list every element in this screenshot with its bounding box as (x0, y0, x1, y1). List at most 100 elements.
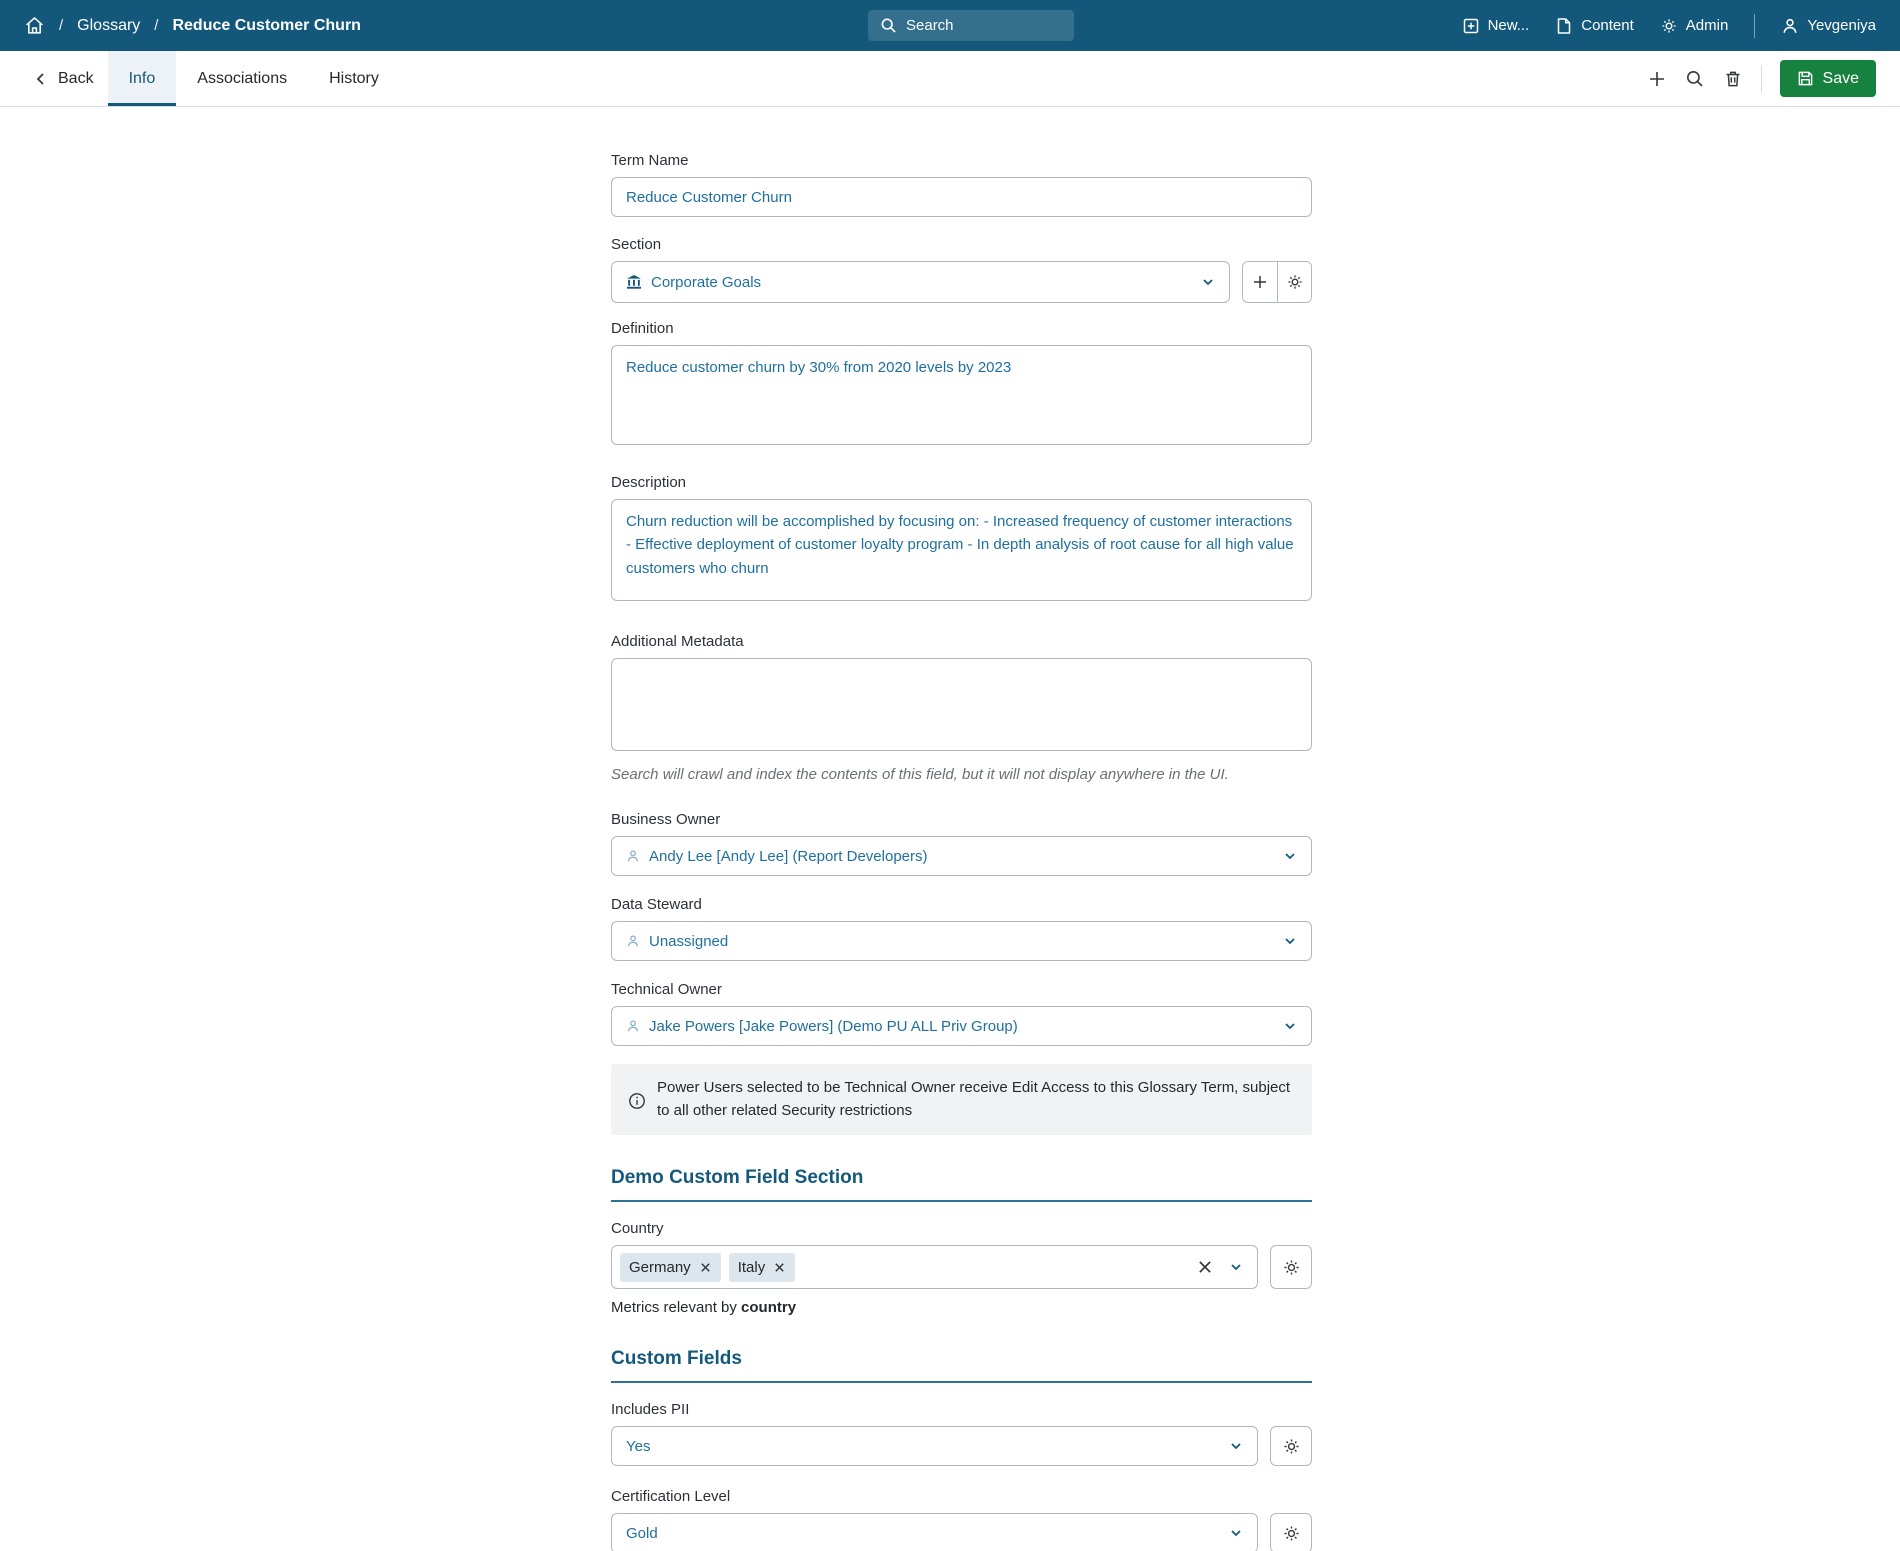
chip-label: Germany (629, 1258, 691, 1276)
technical-owner-dropdown[interactable]: Jake Powers [Jake Powers] (Demo PU ALL P… (611, 1006, 1312, 1046)
admin-menu-button[interactable]: Admin (1660, 17, 1729, 35)
technical-owner-value: Jake Powers [Jake Powers] (Demo PU ALL P… (649, 1017, 1018, 1035)
toolbar-divider (1760, 64, 1762, 93)
section-label: Section (611, 236, 662, 253)
remove-chip-icon[interactable] (699, 1261, 712, 1274)
tab-info[interactable]: Info (107, 51, 177, 106)
certification-level-settings-button[interactable] (1270, 1513, 1312, 1551)
save-label: Save (1822, 69, 1859, 87)
clear-all-icon[interactable] (1197, 1259, 1213, 1275)
chevron-down-icon (1229, 1526, 1243, 1540)
chevron-down-icon (1283, 849, 1297, 863)
search-icon (880, 17, 897, 34)
tab-associations[interactable]: Associations (176, 51, 308, 106)
term-name-input[interactable] (611, 177, 1312, 217)
admin-menu-label: Admin (1685, 17, 1729, 34)
breadcrumb-separator: / (154, 17, 159, 34)
gear-icon (1282, 1258, 1301, 1277)
country-settings-button[interactable] (1270, 1245, 1312, 1289)
additional-metadata-textarea[interactable] (611, 658, 1312, 751)
user-menu-button[interactable]: Yevgeniya (1781, 17, 1876, 35)
business-owner-dropdown[interactable]: Andy Lee [Andy Lee] (Report Developers) (611, 836, 1312, 876)
person-icon (626, 934, 640, 948)
country-chip-germany: Germany (620, 1252, 721, 1282)
includes-pii-label: Includes PII (611, 1401, 690, 1418)
new-plus-icon (1462, 17, 1480, 35)
save-icon (1797, 70, 1814, 87)
business-owner-label: Business Owner (611, 811, 721, 828)
tab-history[interactable]: History (308, 51, 400, 106)
new-menu-label: New... (1487, 17, 1530, 34)
content-menu-label: Content (1581, 17, 1634, 34)
info-icon (628, 1079, 646, 1122)
toolbar-actions: Save (1647, 51, 1876, 106)
chevron-down-icon (1283, 1019, 1297, 1033)
global-search-box[interactable]: Search (868, 10, 1074, 41)
chevron-down-icon[interactable] (1229, 1260, 1243, 1274)
certification-level-value: Gold (626, 1524, 658, 1542)
breadcrumb-glossary[interactable]: Glossary (77, 17, 140, 35)
term-name-label: Term Name (611, 152, 689, 169)
section-settings-button[interactable] (1277, 262, 1311, 302)
new-menu-button[interactable]: New... (1462, 17, 1530, 35)
trash-icon[interactable] (1723, 69, 1743, 89)
top-navbar: / Glossary / Reduce Customer Churn Searc… (0, 0, 1900, 51)
section-button-group (1242, 261, 1312, 303)
person-icon (626, 849, 640, 863)
gear-icon (1282, 1524, 1301, 1543)
navbar-divider (1754, 13, 1756, 38)
breadcrumb-separator: / (59, 17, 64, 34)
country-help-prefix: Metrics relevant by (611, 1299, 742, 1316)
country-help-bold: country (741, 1299, 797, 1316)
user-icon (1781, 17, 1799, 35)
navbar-actions: New... Content Admin Yevgeniya (1462, 13, 1876, 38)
data-steward-dropdown[interactable]: Unassigned (611, 921, 1312, 961)
section-value: Corporate Goals (651, 273, 762, 291)
page: / Glossary / Reduce Customer Churn Searc… (0, 0, 1900, 1551)
term-form: Term Name Section Corporate Goals (611, 106, 1312, 1551)
remove-chip-icon[interactable] (773, 1261, 786, 1274)
section-dropdown[interactable]: Corporate Goals (611, 261, 1230, 303)
description-textarea[interactable] (611, 499, 1312, 601)
includes-pii-dropdown[interactable]: Yes (611, 1426, 1258, 1466)
term-toolbar: Back Info Associations History Save (0, 51, 1900, 107)
add-section-button[interactable] (1243, 262, 1277, 302)
global-search-label: Search (906, 17, 954, 34)
back-button[interactable]: Back (24, 51, 108, 106)
includes-pii-settings-button[interactable] (1270, 1426, 1312, 1466)
includes-pii-value: Yes (626, 1437, 651, 1455)
save-button[interactable]: Save (1779, 60, 1876, 97)
add-icon[interactable] (1647, 69, 1667, 89)
breadcrumb-current-term: Reduce Customer Churn (172, 16, 361, 34)
chip-label: Italy (737, 1258, 766, 1276)
user-menu-label: Yevgeniya (1807, 17, 1876, 34)
document-icon (1555, 17, 1573, 35)
country-help-text: Metrics relevant by country (611, 1299, 1312, 1316)
bank-icon (626, 274, 642, 290)
breadcrumb: / Glossary / Reduce Customer Churn (24, 15, 361, 36)
custom-fields-section-heading: Custom Fields (611, 1348, 1312, 1383)
content-menu-button[interactable]: Content (1555, 17, 1634, 35)
certification-level-dropdown[interactable]: Gold (611, 1513, 1258, 1551)
gear-icon (1286, 273, 1304, 291)
technical-owner-note: Power Users selected to be Technical Own… (611, 1064, 1312, 1135)
tab-info-label: Info (128, 69, 156, 87)
gear-icon (1282, 1437, 1301, 1456)
tab-history-label: History (329, 69, 379, 87)
search-term-icon[interactable] (1685, 69, 1705, 89)
tab-associations-label: Associations (197, 69, 288, 87)
data-steward-label: Data Steward (611, 896, 702, 913)
chevron-down-icon (1229, 1439, 1243, 1453)
technical-owner-label: Technical Owner (611, 981, 722, 998)
chevron-down-icon (1201, 275, 1215, 289)
person-icon (626, 1019, 640, 1033)
home-icon[interactable] (24, 15, 45, 36)
chevron-left-icon (34, 72, 48, 86)
country-label: Country (611, 1220, 664, 1237)
country-multiselect[interactable]: Germany Italy (611, 1245, 1258, 1289)
additional-metadata-helper: Search will crawl and index the contents… (611, 766, 1229, 783)
country-chip-italy: Italy (728, 1252, 796, 1282)
description-label: Description (611, 474, 687, 491)
chevron-down-icon (1283, 934, 1297, 948)
definition-textarea[interactable] (611, 345, 1312, 445)
